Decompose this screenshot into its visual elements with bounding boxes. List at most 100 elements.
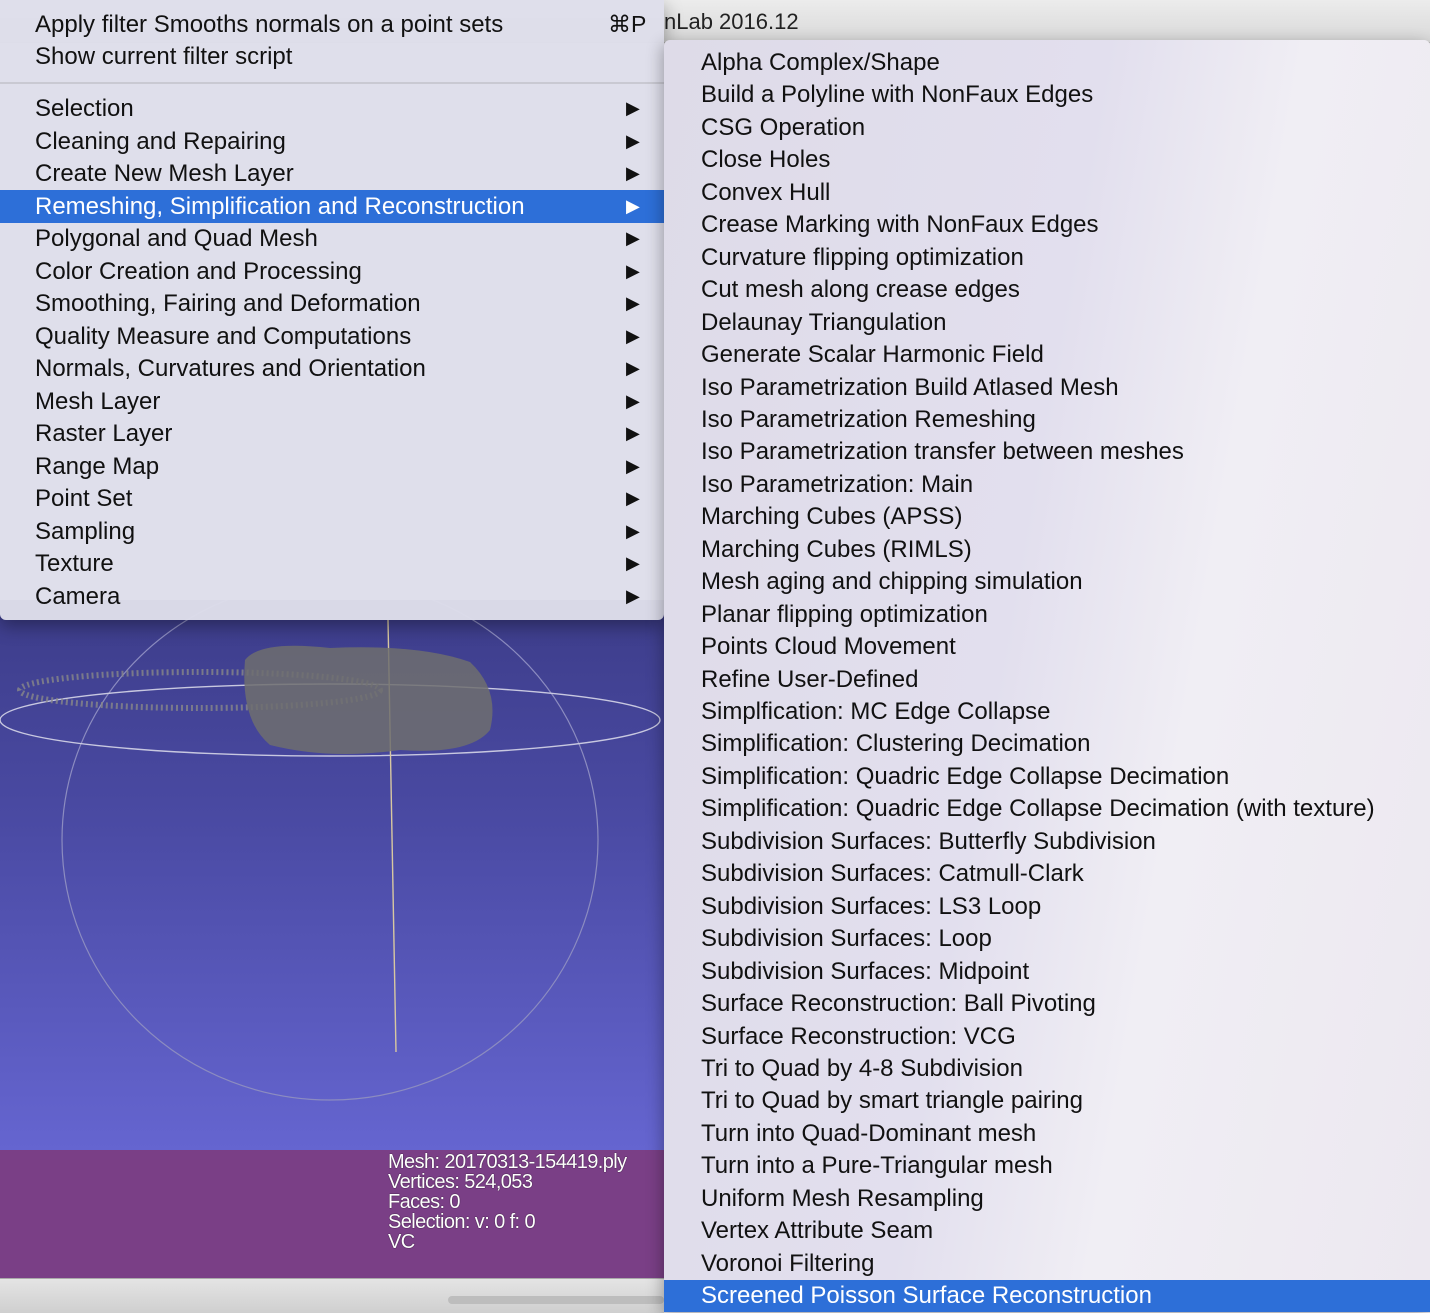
menu-category-item[interactable]: Polygonal and Quad Mesh ▶ <box>0 222 664 255</box>
submenu-item[interactable]: Build a Polyline with NonFaux Edges <box>664 79 1430 111</box>
submenu-item[interactable]: Iso Parametrization Build Atlased Mesh <box>664 372 1430 404</box>
submenu-item[interactable]: Simplification: Quadric Edge Collapse De… <box>664 793 1430 825</box>
horizontal-scrollbar[interactable] <box>448 1296 664 1304</box>
submenu-item[interactable]: Mesh aging and chipping simulation <box>664 566 1430 598</box>
submenu-item-label: Iso Parametrization Remeshing <box>701 405 1036 433</box>
submenu-arrow-icon: ▶ <box>626 358 640 378</box>
submenu-item-label: Simplification: Clustering Decimation <box>701 730 1091 758</box>
submenu-item[interactable]: Tri to Quad by smart triangle pairing <box>664 1085 1430 1117</box>
menu-category-item[interactable]: Normals, Curvatures and Orientation ▶ <box>0 352 664 385</box>
submenu-item-label: Voronoi Filtering <box>701 1249 875 1277</box>
submenu-item[interactable]: Simplification: Quadric Edge Collapse De… <box>664 761 1430 793</box>
menu-category-label: Camera <box>35 582 121 610</box>
menu-category-label: Range Map <box>35 452 160 480</box>
menu-category-label: Create New Mesh Layer <box>35 160 294 187</box>
submenu-item[interactable]: CSG Operation <box>664 112 1430 144</box>
submenu-item[interactable]: Iso Parametrization: Main <box>664 469 1430 501</box>
submenu-arrow-icon: ▶ <box>626 488 640 508</box>
menu-category-item[interactable]: Selection ▶ <box>0 92 664 125</box>
submenu-item[interactable]: Uniform Mesh Resampling <box>664 1183 1430 1215</box>
menu-category-label: Selection <box>35 95 134 122</box>
menu-category-item[interactable]: Texture ▶ <box>0 547 664 580</box>
menu-category-item[interactable]: Point Set ▶ <box>0 482 664 515</box>
submenu-item[interactable]: Planar flipping optimization <box>664 599 1430 631</box>
menu-item-show-filter-script[interactable]: Show current filter script <box>0 40 664 73</box>
submenu-arrow-icon: ▶ <box>626 585 640 606</box>
submenu-item-label: Marching Cubes (APSS) <box>701 503 963 531</box>
submenu-item[interactable]: Subdivision Surfaces: Midpoint <box>664 956 1430 988</box>
submenu-item[interactable]: Voronoi Filtering <box>664 1248 1430 1280</box>
submenu-item-label: Subdivision Surfaces: Butterfly Subdivis… <box>701 827 1156 855</box>
submenu-arrow-icon: ▶ <box>626 553 640 573</box>
menu-category-item[interactable]: Cleaning and Repairing ▶ <box>0 125 664 158</box>
submenu-item[interactable]: Subdivision Surfaces: Butterfly Subdivis… <box>664 826 1430 858</box>
submenu-item-label: CSG Operation <box>701 113 866 141</box>
mesh-vc: VC <box>388 1231 415 1253</box>
submenu-arrow-icon: ▶ <box>626 325 640 346</box>
submenu-item[interactable]: Iso Parametrization Remeshing <box>664 404 1430 436</box>
submenu-item[interactable]: Convex Hull <box>664 177 1430 209</box>
submenu-item[interactable]: Screened Poisson Surface Reconstruction <box>664 1280 1430 1313</box>
submenu-item[interactable]: Subdivision Surfaces: Catmull-Clark <box>664 858 1430 890</box>
submenu-item[interactable]: Turn into a Pure-Triangular mesh <box>664 1150 1430 1182</box>
menu-category-label: Sampling <box>35 517 136 545</box>
submenu-item[interactable]: Simplfication: MC Edge Collapse <box>664 696 1430 728</box>
point-cloud-body <box>244 645 493 754</box>
menu-category-item[interactable]: Sampling ▶ <box>0 515 664 548</box>
submenu-item[interactable]: Delaunay Triangulation <box>664 307 1430 339</box>
menu-category-label: Quality Measure and Computations <box>35 322 412 350</box>
submenu-arrow-icon: ▶ <box>626 520 640 541</box>
menu-category-item[interactable]: Quality Measure and Computations ▶ <box>0 320 664 353</box>
mesh-faces: Faces: 0 <box>388 1191 461 1213</box>
submenu-item[interactable]: Simplification: Clustering Decimation <box>664 728 1430 760</box>
submenu-arrow-icon: ▶ <box>626 390 640 411</box>
submenu-item[interactable]: Alpha Complex/Shape <box>664 47 1430 79</box>
submenu-item[interactable]: Points Cloud Movement <box>664 631 1430 663</box>
mesh-name: Mesh: 20170313-154419.ply <box>388 1151 627 1173</box>
submenu-item[interactable]: Generate Scalar Harmonic Field <box>664 339 1430 371</box>
submenu-item-label: Turn into Quad-Dominant mesh <box>701 1119 1037 1147</box>
submenu-item-label: Alpha Complex/Shape <box>701 49 940 76</box>
3d-viewport[interactable] <box>0 600 664 1150</box>
submenu-arrow-icon: ▶ <box>626 130 640 151</box>
submenu-item[interactable]: Marching Cubes (RIMLS) <box>664 534 1430 566</box>
menu-category-item[interactable]: Mesh Layer ▶ <box>0 385 664 418</box>
submenu-item-label: Build a Polyline with NonFaux Edges <box>701 81 1094 109</box>
submenu-item-label: Simplification: Quadric Edge Collapse De… <box>701 795 1375 823</box>
submenu-item[interactable]: Refine User-Defined <box>664 664 1430 696</box>
remeshing-submenu: Alpha Complex/Shape Build a Polyline with… <box>664 40 1430 1313</box>
submenu-item[interactable]: Subdivision Surfaces: Loop <box>664 923 1430 955</box>
menu-category-label: Raster Layer <box>35 420 173 447</box>
app-title: nLab 2016.12 <box>664 9 799 34</box>
menu-category-item[interactable]: Camera ▶ <box>0 580 664 613</box>
submenu-item[interactable]: Curvature flipping optimization <box>664 242 1430 274</box>
submenu-item[interactable]: Turn into Quad-Dominant mesh <box>664 1118 1430 1150</box>
submenu-item[interactable]: Close Holes <box>664 144 1430 176</box>
submenu-item[interactable]: Surface Reconstruction: Ball Pivoting <box>664 988 1430 1020</box>
submenu-arrow-icon: ▶ <box>626 195 640 216</box>
submenu-item[interactable]: Cut mesh along crease edges <box>664 274 1430 306</box>
submenu-item[interactable]: Surface Reconstruction: VCG <box>664 1021 1430 1053</box>
menu-category-item[interactable]: Remeshing, Simplification and Reconstruc… <box>0 189 664 223</box>
menu-item-label: Show current filter script <box>35 43 293 70</box>
submenu-item-label: Cut mesh along crease edges <box>701 276 1020 304</box>
submenu-item-label: Crease Marking with NonFaux Edges <box>701 211 1099 239</box>
submenu-item-label: Surface Reconstruction: Ball Pivoting <box>701 990 1096 1018</box>
submenu-item[interactable]: Vertex Attribute Seam <box>664 1215 1430 1247</box>
submenu-arrow-icon: ▶ <box>626 260 640 281</box>
menu-category-item[interactable]: Color Creation and Processing ▶ <box>0 255 664 288</box>
mesh-info-panel: Mesh: 20170313-154419.ply Vertices: 524,… <box>0 1150 664 1278</box>
submenu-arrow-icon: ▶ <box>626 98 640 118</box>
submenu-item-label: Tri to Quad by 4-8 Subdivision <box>701 1054 1023 1082</box>
submenu-item[interactable]: Iso Parametrization transfer between mes… <box>664 436 1430 468</box>
submenu-item[interactable]: Subdivision Surfaces: LS3 Loop <box>664 891 1430 923</box>
menu-category-item[interactable]: Raster Layer ▶ <box>0 417 664 450</box>
menu-category-item[interactable]: Create New Mesh Layer ▶ <box>0 157 664 190</box>
submenu-item[interactable]: Marching Cubes (APSS) <box>664 501 1430 533</box>
menu-category-item[interactable]: Smoothing, Fairing and Deformation ▶ <box>0 287 664 320</box>
submenu-item[interactable]: Crease Marking with NonFaux Edges <box>664 209 1430 241</box>
point-cloud-render <box>0 600 661 1101</box>
menu-item-apply-filter[interactable]: Apply filter Smooths normals on a point … <box>0 8 664 41</box>
menu-category-item[interactable]: Range Map ▶ <box>0 450 664 483</box>
submenu-item[interactable]: Tri to Quad by 4-8 Subdivision <box>664 1053 1430 1085</box>
